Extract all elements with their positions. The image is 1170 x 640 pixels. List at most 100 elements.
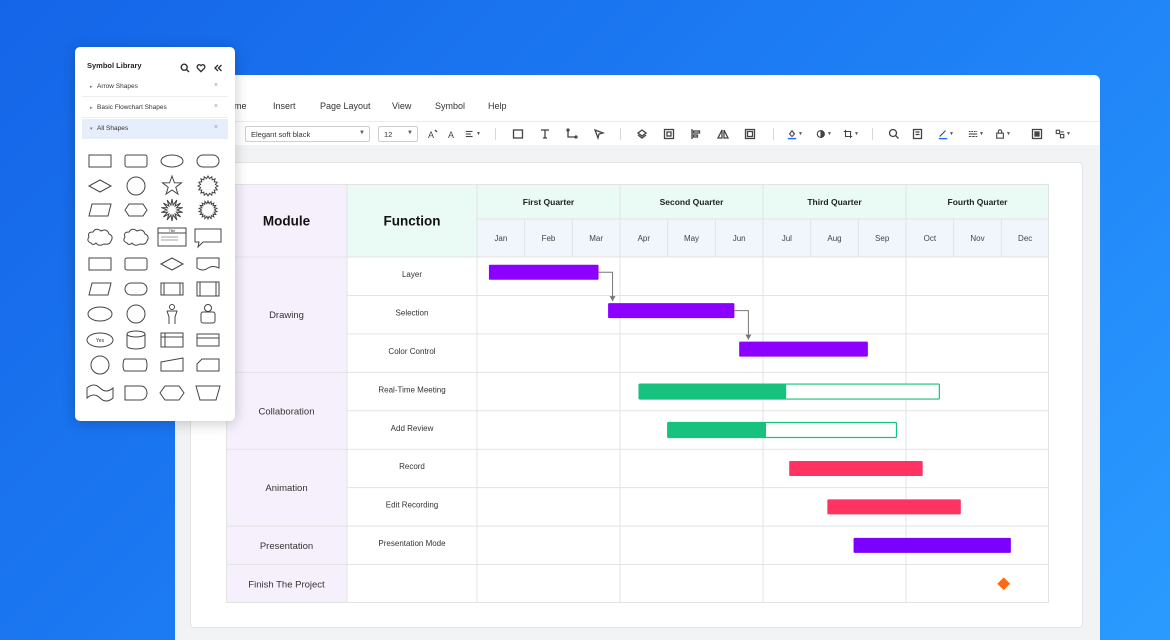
shape-item[interactable]: [159, 385, 185, 401]
task-label: Layer: [402, 270, 422, 279]
shape-item[interactable]: Title: [157, 227, 187, 247]
shape-item[interactable]: [122, 358, 148, 372]
frame-icon[interactable]: [742, 127, 758, 141]
shape-item[interactable]: [160, 154, 184, 168]
fill-color-icon[interactable]: ▼: [787, 127, 803, 141]
close-icon[interactable]: ×: [214, 82, 218, 89]
chevron-down-icon: ▼: [359, 130, 365, 136]
shape-item[interactable]: [88, 154, 112, 168]
shape-item[interactable]: [196, 154, 220, 168]
shape-item[interactable]: [90, 355, 110, 375]
connector-icon[interactable]: [564, 127, 580, 141]
toolbar-separator: [495, 128, 496, 140]
menu-insert[interactable]: Insert: [273, 101, 296, 111]
month-label: Nov: [970, 234, 984, 243]
task-bar[interactable]: [667, 422, 767, 438]
shape-item[interactable]: [124, 385, 148, 401]
shape-item[interactable]: [195, 385, 221, 401]
shape-item[interactable]: [88, 257, 112, 271]
task-bar[interactable]: [827, 499, 961, 515]
rectangle-icon[interactable]: [510, 127, 526, 141]
font-family-value: Elegant soft black: [251, 130, 311, 139]
task-bar[interactable]: [608, 303, 735, 319]
font-size-select[interactable]: 12 ▼: [378, 126, 418, 142]
collapse-panel-icon[interactable]: [213, 60, 223, 72]
category-basic-flowchart[interactable]: ▸ Basic Flowchart Shapes ×: [82, 98, 228, 118]
crop-icon[interactable]: ▼: [843, 127, 859, 141]
line-color-icon[interactable]: ▼: [938, 127, 954, 141]
shape-item[interactable]: [124, 154, 148, 168]
shape-item[interactable]: [161, 198, 183, 222]
shape-item[interactable]: [124, 257, 148, 271]
menu-help[interactable]: Help: [488, 101, 507, 111]
align-left-icon[interactable]: [688, 127, 704, 141]
milestone-marker[interactable]: [997, 577, 1011, 591]
menu-page-layout[interactable]: Page Layout: [320, 101, 371, 111]
shape-item[interactable]: [166, 304, 178, 325]
shape-item[interactable]: [194, 228, 222, 249]
shape-item[interactable]: [123, 228, 149, 246]
shape-item[interactable]: [160, 357, 184, 372]
close-icon[interactable]: ×: [214, 124, 218, 131]
shape-item[interactable]: [87, 228, 113, 246]
menu-view[interactable]: View: [392, 101, 411, 111]
task-bar[interactable]: [739, 341, 868, 357]
lock-icon[interactable]: ▼: [995, 127, 1011, 141]
module-label: Finish The Project: [248, 579, 325, 590]
category-arrow-shapes[interactable]: ▸ Arrow Shapes ×: [82, 77, 228, 97]
layers-icon[interactable]: [634, 127, 650, 141]
line-style-icon[interactable]: ▼: [968, 127, 984, 141]
fit-page-icon[interactable]: [1029, 127, 1045, 141]
panel-title: Symbol Library: [87, 61, 142, 70]
shape-item[interactable]: [88, 203, 112, 217]
shape-item[interactable]: [126, 176, 146, 196]
shape-item[interactable]: [87, 306, 113, 322]
shape-item[interactable]: [200, 304, 216, 324]
shape-item[interactable]: [126, 304, 146, 324]
shape-item[interactable]: [159, 257, 185, 271]
search-icon[interactable]: [886, 127, 902, 141]
chevron-down-icon: ▾: [90, 126, 93, 132]
shape-item[interactable]: [124, 203, 148, 217]
increase-font-icon[interactable]: A: [425, 127, 441, 141]
shape-item[interactable]: [86, 384, 114, 402]
shape-item[interactable]: [126, 330, 146, 350]
shape-item[interactable]: [196, 333, 220, 347]
shape-item[interactable]: Yes: [86, 332, 114, 348]
format-painter-icon[interactable]: [910, 127, 926, 141]
shape-item[interactable]: [196, 358, 220, 372]
task-bar[interactable]: [639, 384, 787, 400]
shape-item[interactable]: [160, 282, 184, 296]
shape-item[interactable]: [160, 332, 184, 348]
shape-item[interactable]: [196, 257, 220, 271]
shape-item[interactable]: [196, 281, 220, 297]
search-icon[interactable]: [180, 60, 190, 73]
quarter-label: Second Quarter: [660, 197, 724, 207]
shape-item[interactable]: [124, 282, 148, 296]
flip-icon[interactable]: [715, 127, 731, 141]
font-family-select[interactable]: Elegant soft black ▼: [245, 126, 370, 142]
close-icon[interactable]: ×: [214, 103, 218, 110]
task-label: Add Review: [391, 424, 434, 433]
font-size-value: 12: [384, 130, 393, 139]
shape-item[interactable]: [197, 199, 219, 221]
more-icon[interactable]: ▼: [1055, 127, 1071, 141]
group-icon[interactable]: [661, 127, 677, 141]
shadow-icon[interactable]: ▼: [816, 127, 832, 141]
align-text-icon[interactable]: ▼: [465, 127, 481, 141]
task-bar[interactable]: [488, 264, 599, 280]
task-bar[interactable]: [853, 537, 1011, 553]
heart-icon[interactable]: [196, 60, 206, 73]
task-bar[interactable]: [789, 460, 923, 476]
shape-item[interactable]: [196, 174, 220, 198]
task-label: Record: [399, 462, 425, 471]
gantt-chart[interactable]: Module Function First Quarter Second Quarte…: [226, 184, 1049, 603]
decrease-font-icon[interactable]: A: [445, 127, 461, 141]
shape-item[interactable]: [161, 174, 183, 196]
shape-item[interactable]: [87, 179, 113, 193]
pointer-icon[interactable]: [591, 127, 607, 141]
category-all-shapes[interactable]: ▾ All Shapes ×: [82, 119, 228, 139]
menu-symbol[interactable]: Symbol: [435, 101, 465, 111]
shape-item[interactable]: [88, 282, 112, 296]
text-icon[interactable]: [537, 127, 553, 141]
